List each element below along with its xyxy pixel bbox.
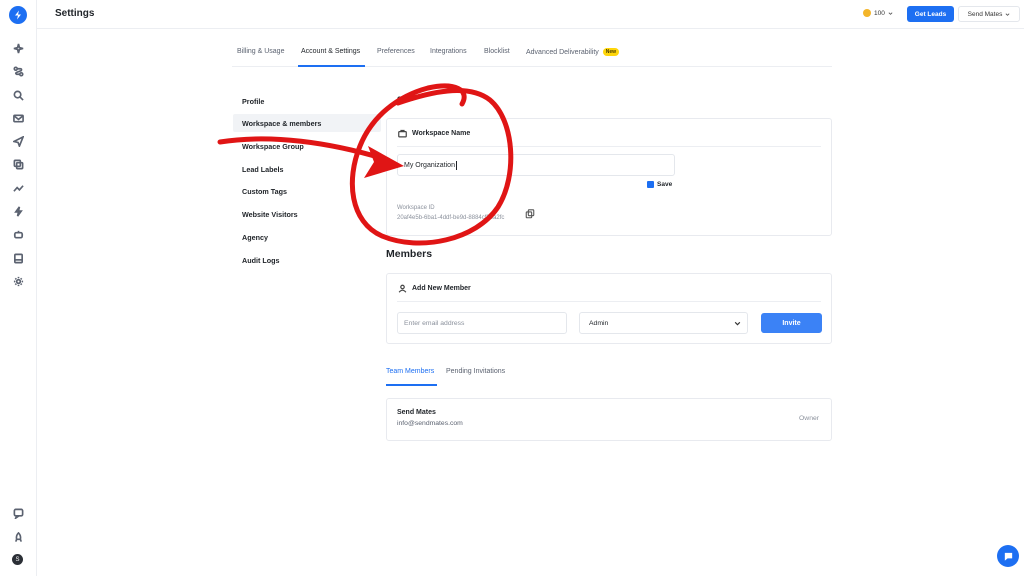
menu-item-custom-tags[interactable]: Custom Tags — [233, 182, 381, 200]
route-icon[interactable] — [11, 64, 25, 78]
member-email: info@sendmates.com — [397, 420, 463, 427]
save-icon — [647, 181, 654, 188]
text-caret — [455, 160, 457, 170]
active-tab-indicator — [298, 65, 365, 67]
workspace-name-value: My Organization — [404, 161, 455, 169]
feedback-icon[interactable] — [11, 506, 25, 520]
tab-billing-usage[interactable]: Billing & Usage — [237, 48, 284, 55]
send-icon[interactable] — [11, 134, 25, 148]
menu-item-audit-logs[interactable]: Audit Logs — [233, 251, 381, 269]
left-rail: S — [0, 0, 37, 576]
chevron-down-icon — [1005, 12, 1010, 16]
tab-advanced-deliverability[interactable]: Advanced Deliverability New — [526, 48, 620, 56]
tab-account-settings[interactable]: Account & Settings — [301, 48, 360, 55]
divider — [397, 146, 821, 147]
sparkle-icon[interactable] — [11, 41, 25, 55]
menu-item-lead-labels[interactable]: Lead Labels — [233, 160, 381, 178]
credits-indicator[interactable]: 100 — [863, 9, 893, 17]
workspace-name-input[interactable]: My Organization — [397, 154, 675, 176]
chevron-down-icon — [888, 11, 893, 15]
mail-icon[interactable] — [11, 111, 25, 125]
get-leads-button[interactable]: Get Leads — [907, 6, 954, 22]
chat-icon — [1004, 552, 1012, 561]
menu-item-workspace-members[interactable]: Workspace & members — [233, 114, 381, 132]
rocket-icon[interactable] — [11, 530, 25, 544]
credits-count: 100 — [874, 9, 885, 17]
bolt-logo-icon — [15, 10, 21, 20]
workspace-id-value: 20af4e5b-6ba1-4ddf-be9d-8884cf00a2fc — [397, 215, 505, 221]
add-member-header: Add New Member — [398, 284, 471, 293]
workspace-selector-label: Send Mates — [967, 10, 1003, 18]
top-header: Settings 100 Get Leads Send Mates — [37, 0, 1024, 29]
member-tabs: Team Members Pending Invitations — [386, 362, 832, 386]
save-button[interactable]: Save — [647, 181, 672, 188]
workspace-name-header: Workspace Name — [398, 129, 470, 138]
settings-tabs: Billing & Usage Account & Settings Prefe… — [232, 40, 832, 67]
workspace-selector[interactable]: Send Mates — [958, 6, 1020, 22]
tab-preferences[interactable]: Preferences — [377, 48, 415, 55]
workspace-section-title: orks — [397, 94, 414, 103]
email-field[interactable]: Enter email address — [397, 312, 567, 334]
bolt-icon[interactable] — [11, 204, 25, 218]
active-member-tab-indicator — [386, 384, 437, 386]
menu-item-website-visitors[interactable]: Website Visitors — [233, 205, 381, 223]
save-label: Save — [657, 181, 673, 188]
trend-icon[interactable] — [11, 181, 25, 195]
menu-item-agency[interactable]: Agency — [233, 228, 381, 246]
briefcase-icon — [398, 129, 407, 138]
robot-icon[interactable] — [11, 227, 25, 241]
search-icon[interactable] — [11, 88, 25, 102]
invite-button[interactable]: Invite — [761, 313, 822, 333]
app-logo[interactable] — [9, 6, 27, 24]
gear-icon[interactable] — [11, 274, 25, 288]
user-icon — [398, 284, 407, 293]
divider — [397, 301, 821, 302]
page-title: Settings — [55, 8, 95, 19]
tab-pending-invitations[interactable]: Pending Invitations — [446, 368, 505, 375]
role-select[interactable]: Admin — [579, 312, 748, 334]
copy-icon[interactable] — [11, 157, 25, 171]
workspace-id-label: Workspace ID — [397, 205, 435, 211]
app-root: S Settings 100 Get Leads Send Mates Bill… — [0, 0, 1024, 576]
chevron-down-icon — [734, 321, 741, 325]
tab-team-members[interactable]: Team Members — [386, 368, 434, 375]
workspace-name-title: Workspace Name — [412, 130, 471, 137]
tab-integrations[interactable]: Integrations — [430, 48, 467, 55]
members-title: Members — [386, 248, 433, 260]
chat-button[interactable] — [997, 545, 1019, 567]
inbox-icon[interactable] — [11, 251, 25, 265]
tab-blocklist[interactable]: Blocklist — [484, 48, 510, 55]
member-name: Send Mates — [397, 409, 436, 416]
menu-item-profile[interactable]: Profile — [233, 92, 381, 110]
tab-advanced-deliverability-label: Advanced Deliverability — [526, 49, 599, 56]
avatar[interactable]: S — [12, 554, 23, 565]
menu-item-workspace-group[interactable]: Workspace Group — [233, 137, 381, 155]
add-member-title: Add New Member — [412, 285, 471, 292]
role-select-value: Admin — [589, 319, 609, 327]
member-role: Owner — [799, 415, 820, 422]
copy-id-icon[interactable] — [525, 206, 535, 219]
new-badge: New — [602, 48, 620, 56]
coin-icon — [863, 9, 871, 17]
